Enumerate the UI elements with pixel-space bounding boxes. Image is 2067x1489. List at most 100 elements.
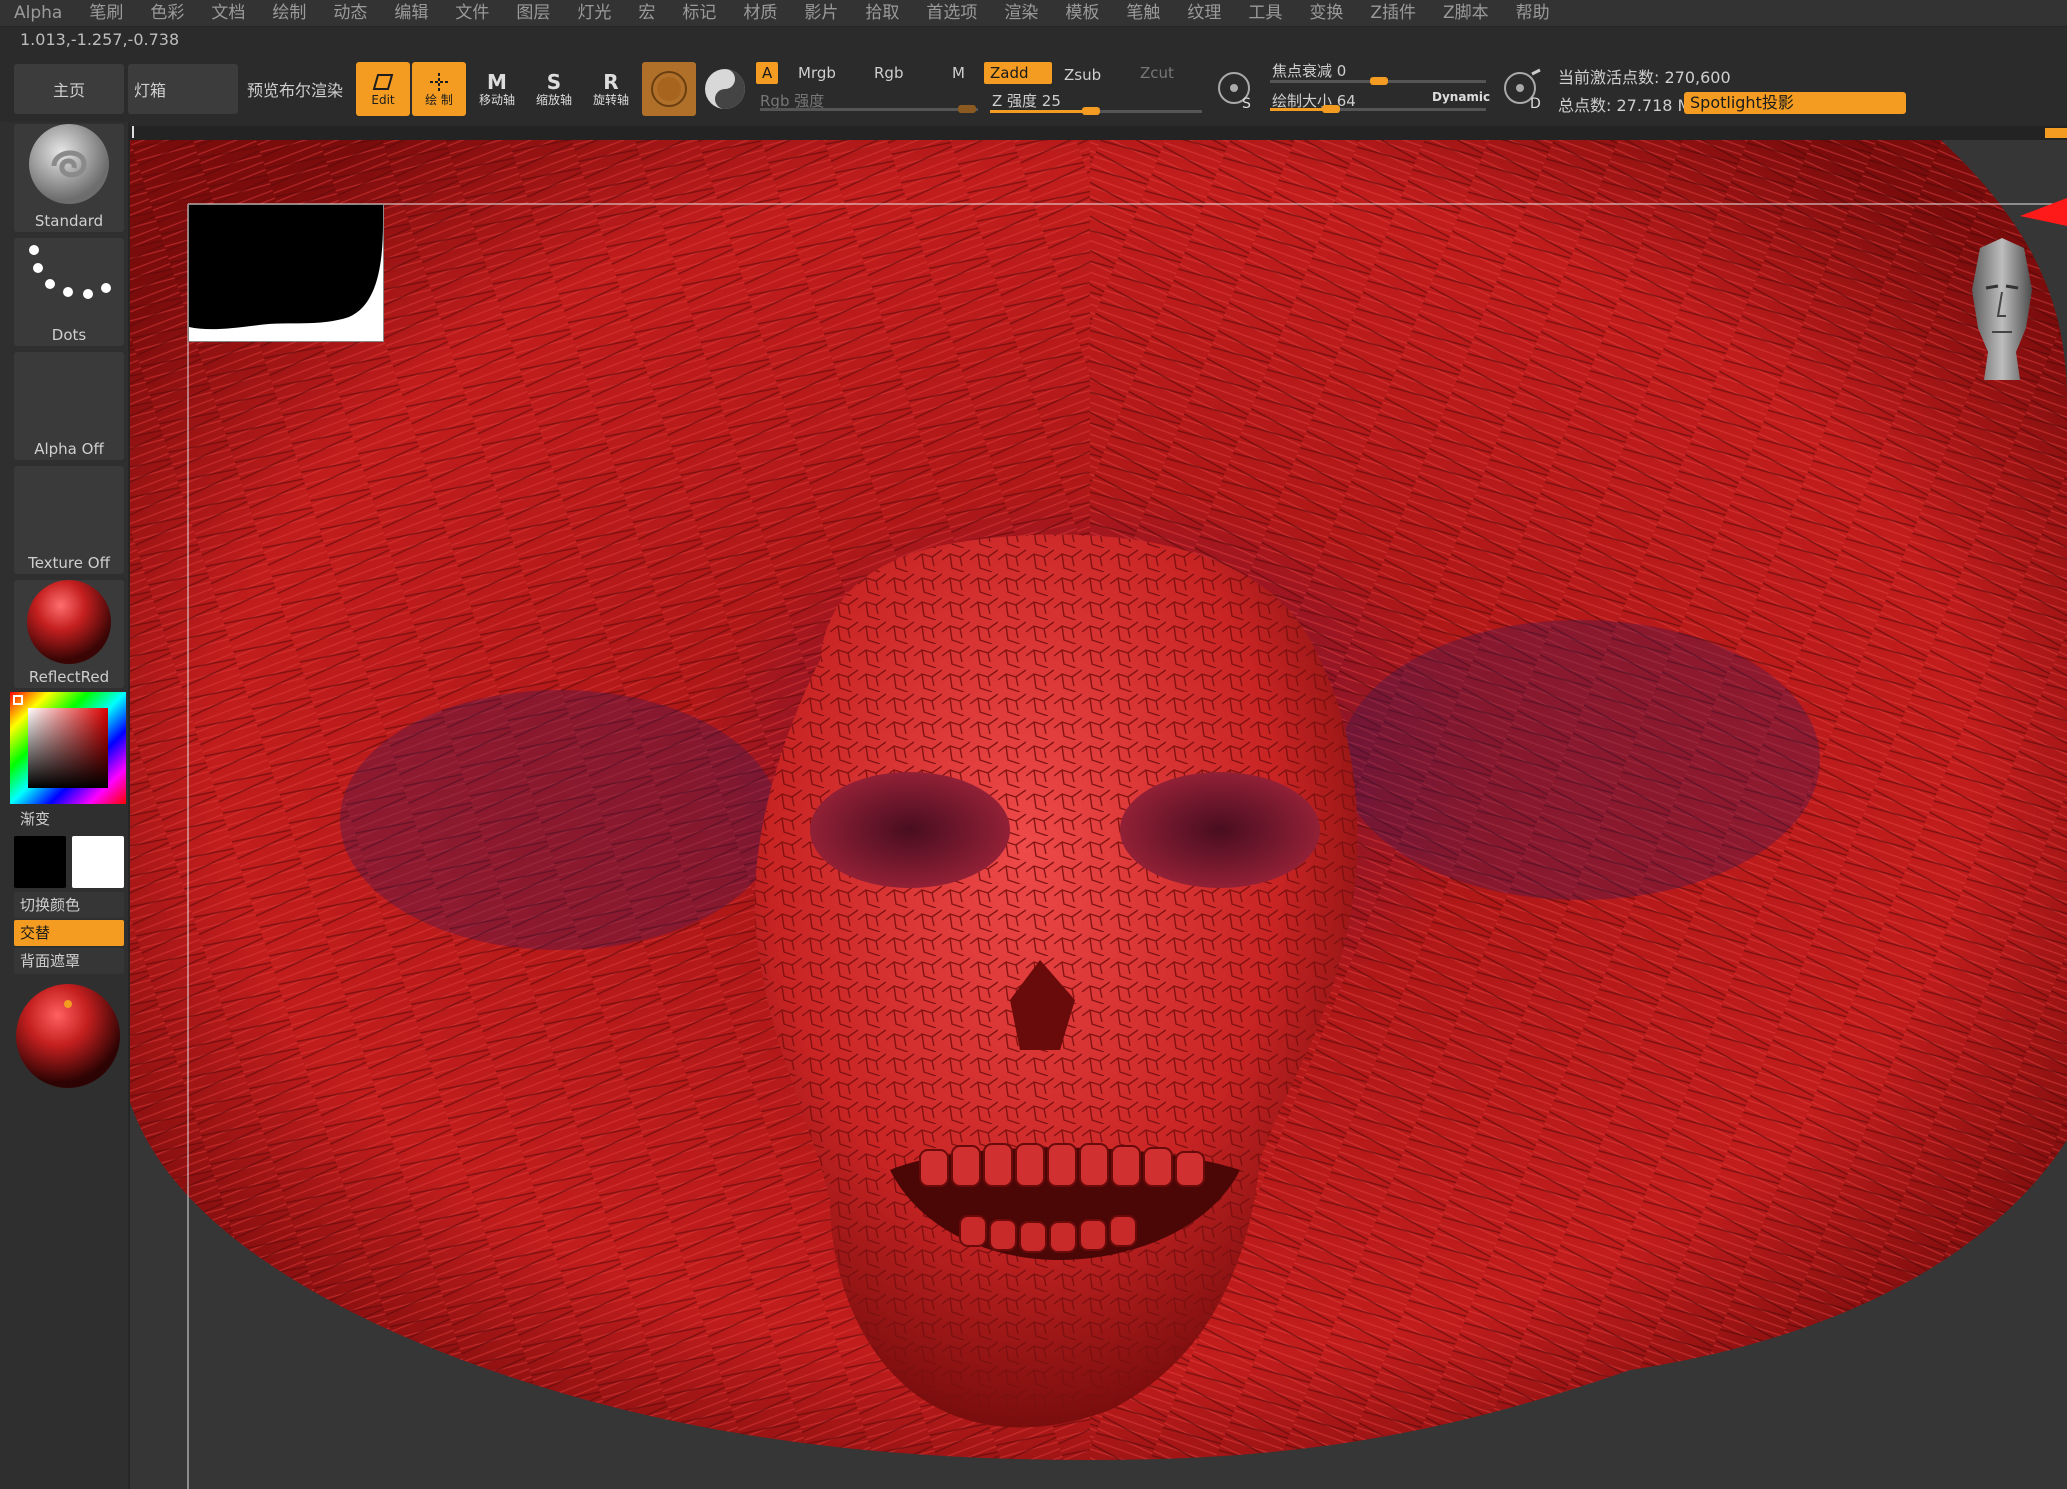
menu-item-11[interactable]: 标记 (668, 0, 729, 26)
draw-size-fill (1270, 108, 1322, 111)
menu-item-6[interactable]: 编辑 (380, 0, 441, 26)
draw-label: 绘 制 (425, 93, 453, 107)
navigator-mask (189, 205, 383, 330)
menu-item-12[interactable]: 材质 (729, 0, 790, 26)
alpha-picker[interactable]: Alpha Off (14, 352, 124, 460)
z-intensity-label: Z 强度 25 (992, 92, 1061, 110)
gradient-label[interactable]: 渐变 (14, 806, 124, 832)
stroke-sphere-button[interactable] (698, 62, 752, 116)
menu-item-22[interactable]: Z插件 (1356, 0, 1429, 26)
yin-yang-icon (705, 69, 745, 109)
rgb-intensity-slider[interactable] (760, 105, 978, 113)
red-pointer-marker (2020, 198, 2067, 226)
menu-item-8[interactable]: 图层 (502, 0, 563, 26)
secondary-color-swatch[interactable] (72, 836, 124, 888)
zsub-toggle[interactable]: Zsub (1058, 64, 1107, 86)
menu-item-13[interactable]: 影片 (790, 0, 851, 26)
navigator-thumbnail[interactable] (188, 204, 384, 342)
edit-button[interactable]: Edit (356, 62, 410, 116)
standard-brush-icon (29, 124, 109, 204)
menu-item-24[interactable]: 帮助 (1502, 0, 1563, 26)
spotlight-button[interactable]: Spotlight投影 (1684, 92, 1906, 114)
upper-teeth (919, 1143, 1205, 1187)
texture-picker[interactable]: Texture Off (14, 466, 124, 574)
rgb-toggle[interactable]: Rgb (868, 62, 909, 84)
menu-item-7[interactable]: 文件 (441, 0, 502, 26)
move-button[interactable]: M 移动轴 (470, 62, 524, 116)
right-eye-socket (1120, 772, 1320, 888)
menu-item-17[interactable]: 模板 (1051, 0, 1112, 26)
left-eye-socket (810, 772, 1010, 888)
menu-bar: Alpha 笔刷 色彩 文档 绘制 动态 编辑 文件 图层 灯光宏标记 材质 影片 拾取 首选项 渲染 模板笔… (0, 0, 2067, 27)
menu-item-20[interactable]: 工具 (1234, 0, 1295, 26)
m-toggle[interactable]: M (946, 62, 971, 84)
menu-item-0[interactable]: Alpha (0, 0, 75, 26)
document-canvas[interactable] (130, 140, 2067, 1489)
material-sphere-icon (651, 71, 687, 107)
material-label: ReflectRed (28, 668, 110, 686)
scale-icon: S (546, 70, 562, 94)
stroke-picker[interactable]: Dots (14, 238, 124, 346)
svg-text:D: D (1530, 96, 1541, 112)
menu-item-2[interactable]: 色彩 (136, 0, 197, 26)
focal-shift-s-icon[interactable]: S (1214, 68, 1254, 112)
menu-item-5[interactable]: 动态 (319, 0, 380, 26)
svg-text:S: S (1242, 96, 1251, 112)
total-points-text: 总点数: 27.718 Mil (1558, 96, 1701, 115)
menu-item-15[interactable]: 首选项 (912, 0, 990, 26)
z-intensity-knob[interactable] (1082, 107, 1100, 115)
menu-item-14[interactable]: 拾取 (851, 0, 912, 26)
zadd-toggle[interactable]: Zadd (984, 62, 1052, 84)
menu-item-19[interactable]: 纹理 (1173, 0, 1234, 26)
draw-size-knob[interactable] (1322, 105, 1340, 113)
material-sphere-button[interactable] (642, 62, 696, 116)
view-cube-head-icon[interactable] (1962, 234, 2042, 384)
mrgb-toggle[interactable]: Mrgb (792, 62, 842, 84)
focal-shift-label: 焦点衰减 0 (1272, 62, 1347, 80)
z-intensity-fill (990, 110, 1082, 113)
canvas-ruler (130, 126, 2067, 140)
move-label: 移动轴 (478, 93, 515, 107)
scale-label: 缩放轴 (535, 93, 572, 107)
ruler-end-marker (2045, 128, 2067, 138)
menu-item-9[interactable]: 灯光 (563, 0, 624, 26)
sculpt-viewport[interactable] (130, 140, 2067, 1489)
switch-color-button[interactable]: 切换颜色 (14, 892, 124, 918)
draw-button[interactable]: 绘 制 (412, 62, 466, 116)
menu-item-16[interactable]: 渲染 (990, 0, 1051, 26)
z-intensity-slider[interactable] (990, 107, 1202, 115)
bpr-render-button[interactable]: 预览布尔渲染 (242, 64, 348, 114)
draw-size-slider[interactable] (1270, 105, 1486, 113)
menu-item-3[interactable]: 文档 (197, 0, 258, 26)
menu-item-21[interactable]: 变换 (1295, 0, 1356, 26)
texture-label: Texture Off (28, 554, 110, 572)
scale-button[interactable]: S 缩放轴 (527, 62, 581, 116)
menu-item-23[interactable]: Z脚本 (1429, 0, 1502, 26)
move-icon: M (487, 70, 507, 94)
lazymouse-d-icon[interactable]: D (1500, 68, 1546, 112)
material-picker[interactable]: ReflectRed (14, 580, 124, 688)
menu-item-18[interactable]: 笔触 (1112, 0, 1173, 26)
coordinate-readout: 1.013,-1.257,-0.738 (20, 30, 180, 49)
rgb-intensity-knob[interactable] (958, 105, 976, 113)
rotate-icon: R (603, 70, 619, 94)
a-toggle[interactable]: A (756, 62, 779, 84)
focal-shift-knob[interactable] (1370, 77, 1388, 85)
lightbox-button[interactable]: 灯箱 (128, 64, 238, 114)
zcut-toggle[interactable]: Zcut (1134, 62, 1180, 84)
alternate-toggle[interactable]: 交替 (14, 920, 124, 946)
dynamic-toggle[interactable]: Dynamic (1432, 90, 1490, 104)
material-preview-sphere[interactable] (14, 982, 122, 1090)
menu-item-1[interactable]: 笔刷 (75, 0, 136, 26)
color-picker[interactable] (10, 692, 126, 804)
home-button[interactable]: 主页 (14, 64, 124, 114)
focal-shift-slider[interactable] (1270, 77, 1486, 85)
main-color-swatch[interactable] (14, 836, 66, 888)
edit-icon (372, 74, 394, 90)
menu-item-4[interactable]: 绘制 (258, 0, 319, 26)
rotate-button[interactable]: R 旋转轴 (584, 62, 638, 116)
menu-item-10[interactable]: 宏 (624, 0, 668, 26)
brush-label: Standard (34, 212, 104, 230)
brush-picker[interactable]: Standard (14, 124, 124, 232)
backface-mask-toggle[interactable]: 背面遮罩 (14, 948, 124, 974)
